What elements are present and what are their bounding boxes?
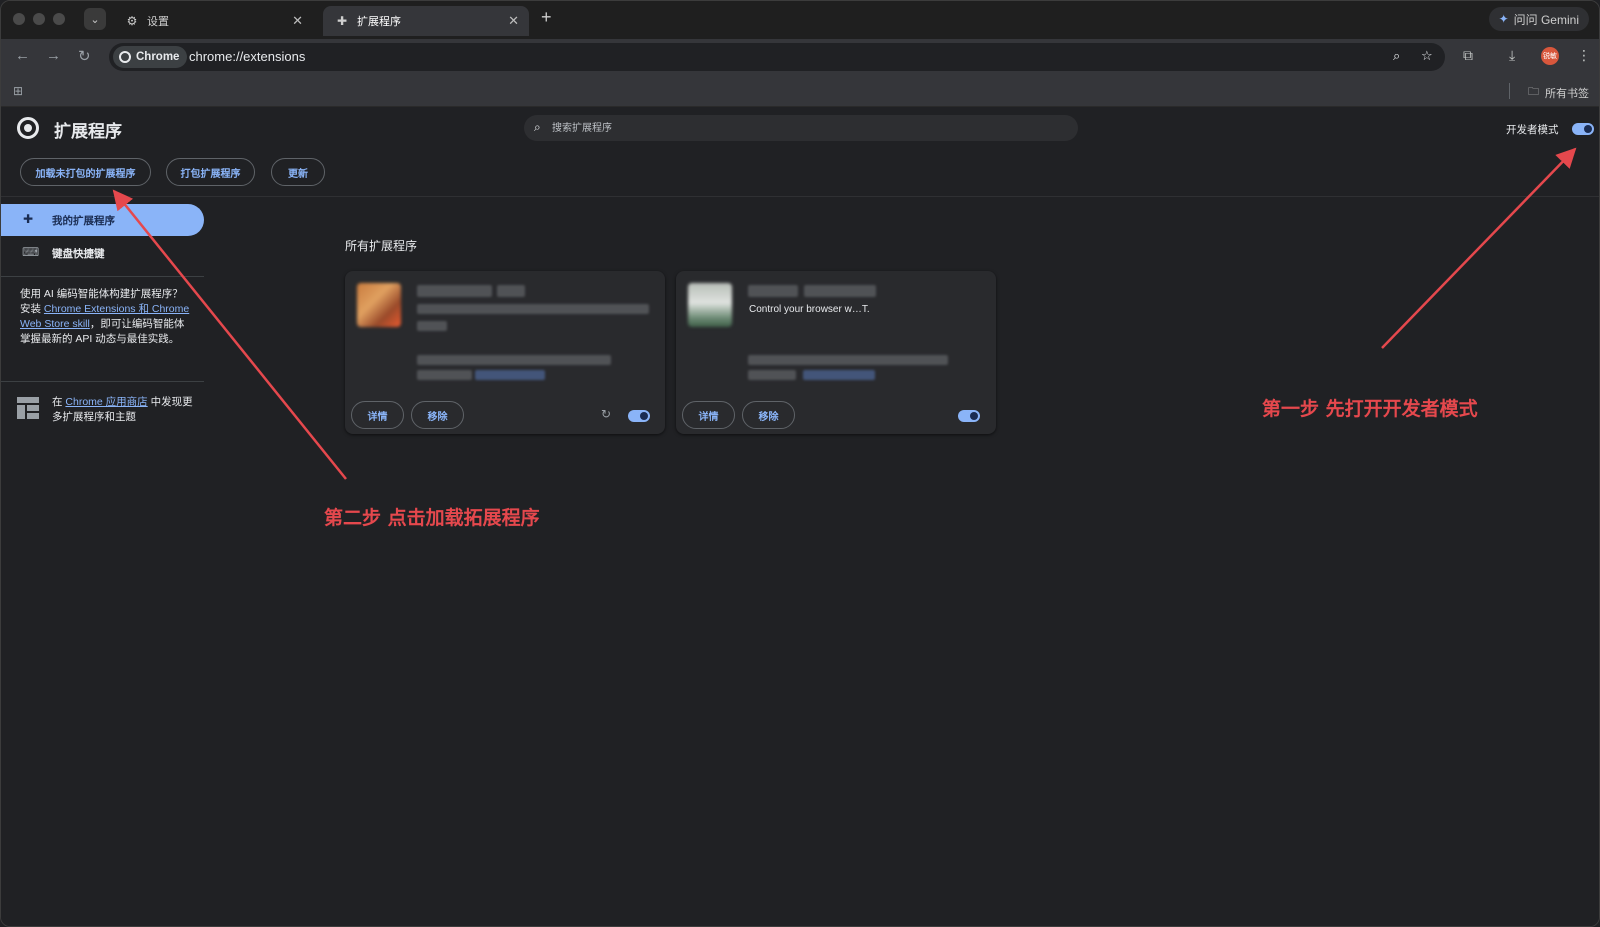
- sidebar-item-label: 我的扩展程序: [52, 215, 115, 227]
- redacted-name: [748, 285, 798, 297]
- close-icon[interactable]: ✕: [292, 13, 303, 29]
- search-icon: ⌕: [534, 120, 541, 134]
- close-icon[interactable]: ✕: [508, 13, 519, 29]
- divider: [1, 276, 204, 277]
- extension-description: Control your browser w…T.: [749, 304, 870, 315]
- avatar-label: 锐敏: [1543, 53, 1557, 60]
- forward-arrow-icon[interactable]: →: [46, 47, 61, 64]
- sidebar-item-label: 键盘快捷键: [52, 248, 105, 260]
- web-store-text: 在 Chrome 应用商店 中发现更多扩展程序和主题: [52, 395, 202, 425]
- dev-mode-label: 开发者模式: [1506, 124, 1559, 136]
- details-button[interactable]: 详情: [351, 401, 404, 429]
- dev-mode-toggle[interactable]: [1572, 123, 1594, 135]
- bookmark-star-icon[interactable]: ☆: [1421, 48, 1433, 64]
- tab-strip: ⌄ ⚙ 设置 ✕ ✚ 扩展程序 ✕ + ✦ 问问 Gemini: [1, 1, 1599, 39]
- minimize-window-button[interactable]: [33, 13, 45, 25]
- tab-label: 扩展程序: [357, 16, 401, 28]
- gear-icon: ⚙: [126, 14, 138, 28]
- tab-settings[interactable]: ⚙ 设置 ✕: [113, 6, 313, 36]
- apps-grid-icon[interactable]: ⊞: [13, 84, 23, 98]
- extension-card: Control your browser w…T. 详情 移除: [676, 271, 996, 434]
- redacted-link: [475, 370, 545, 380]
- search-box[interactable]: ⌕: [524, 115, 1078, 141]
- web-store-icon: [17, 397, 39, 419]
- redacted-id: [748, 355, 948, 365]
- remove-button[interactable]: 移除: [742, 401, 795, 429]
- divider: [1, 381, 204, 382]
- tab-label: 设置: [147, 16, 169, 28]
- redacted-description: [417, 321, 447, 331]
- redacted-inspect: [748, 370, 796, 380]
- keyboard-icon: ⌨: [22, 245, 40, 259]
- redacted-version: [497, 285, 525, 297]
- page-title: 扩展程序: [54, 122, 122, 141]
- sparkle-icon: ✦: [1498, 12, 1509, 26]
- extension-enable-toggle[interactable]: [628, 410, 650, 422]
- store-prefix: 在: [52, 396, 66, 408]
- puzzle-icon: ✚: [23, 212, 34, 226]
- details-button[interactable]: 详情: [682, 401, 735, 429]
- pack-extension-button[interactable]: 打包扩展程序: [166, 158, 255, 186]
- more-menu-icon[interactable]: ⋮: [1577, 47, 1591, 64]
- redacted-description: [417, 304, 649, 314]
- redacted-version: [804, 285, 876, 297]
- back-arrow-icon[interactable]: ←: [15, 47, 30, 64]
- avatar[interactable]: 锐敏: [1541, 47, 1559, 65]
- site-info-chip[interactable]: Chrome: [113, 46, 188, 68]
- web-store-link[interactable]: Chrome 应用商店: [65, 396, 147, 408]
- redacted-id: [417, 355, 611, 365]
- page-header: 扩展程序 ⌕ 开发者模式 加载未打包的扩展程序 打包扩展程序 更新: [1, 107, 1599, 197]
- url-text[interactable]: chrome://extensions: [189, 49, 305, 64]
- download-icon[interactable]: ⤓: [1509, 47, 1515, 64]
- chrome-logo-icon: [17, 117, 39, 139]
- remove-button[interactable]: 移除: [411, 401, 464, 429]
- sidebar-item-my-extensions[interactable]: ✚ 我的扩展程序: [1, 204, 204, 236]
- zoom-window-button[interactable]: [53, 13, 65, 25]
- new-tab-button[interactable]: +: [541, 7, 552, 28]
- extension-icon: [688, 283, 732, 327]
- all-bookmarks-button[interactable]: 🗀 所有书签: [1528, 83, 1589, 102]
- tab-search-button[interactable]: ⌄: [84, 8, 106, 30]
- update-button[interactable]: 更新: [271, 158, 325, 186]
- all-bookmarks-label: 所有书签: [1545, 87, 1589, 100]
- reload-icon[interactable]: ↻: [601, 407, 611, 421]
- puzzle-icon: ✚: [336, 14, 348, 28]
- chip-label: Chrome: [136, 51, 180, 63]
- gemini-label: 问问 Gemini: [1513, 12, 1579, 27]
- gemini-button[interactable]: ✦ 问问 Gemini: [1488, 7, 1589, 31]
- extension-enable-toggle[interactable]: [958, 410, 980, 422]
- chevron-down-icon: ⌄: [90, 13, 100, 26]
- chrome-logo-icon: [119, 51, 131, 63]
- divider: [1509, 83, 1510, 99]
- extension-card: 详情 移除 ↻: [345, 271, 665, 434]
- section-title: 所有扩展程序: [345, 239, 418, 253]
- redacted-name: [417, 285, 492, 297]
- extension-icon: [357, 283, 401, 327]
- folder-icon: 🗀: [1528, 86, 1539, 98]
- sidebar-item-shortcuts[interactable]: ⌨ 键盘快捷键: [1, 238, 204, 268]
- load-unpacked-button[interactable]: 加载未打包的扩展程序: [20, 158, 151, 186]
- redacted-link: [803, 370, 875, 380]
- zoom-icon[interactable]: ⌕: [1393, 48, 1400, 64]
- redacted-inspect: [417, 370, 472, 380]
- annotation-step1: 第一步 先打开开发者模式: [1262, 398, 1478, 420]
- toolbar: ← → ↻ Chrome chrome://extensions ⌕ ☆ ⧉ ⤓…: [1, 39, 1599, 75]
- extensions-puzzle-icon[interactable]: ⧉: [1463, 47, 1473, 64]
- reload-icon[interactable]: ↻: [78, 47, 91, 65]
- tab-extensions[interactable]: ✚ 扩展程序 ✕: [323, 6, 529, 36]
- annotation-step2: 第二步 点击加载拓展程序: [324, 507, 540, 529]
- bookmarks-bar: ⊞ 🗀 所有书签: [1, 75, 1599, 107]
- ai-promo-text: 使用 AI 编码智能体构建扩展程序？安装 Chrome Extensions 和…: [20, 287, 190, 347]
- address-bar[interactable]: Chrome chrome://extensions ⌕ ☆: [109, 43, 1445, 71]
- close-window-button[interactable]: [13, 13, 25, 25]
- browser-window: ⌄ ⚙ 设置 ✕ ✚ 扩展程序 ✕ + ✦ 问问 Gemini ← → ↻ Ch…: [0, 0, 1600, 927]
- search-input[interactable]: [552, 119, 1052, 137]
- extensions-page: 扩展程序 ⌕ 开发者模式 加载未打包的扩展程序 打包扩展程序 更新 ✚ 我的扩展…: [1, 107, 1599, 926]
